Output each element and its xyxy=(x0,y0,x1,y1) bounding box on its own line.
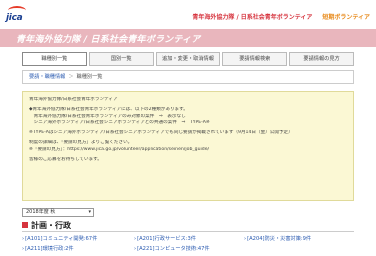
category-link[interactable]: ›[A101]コミュニティ開発:67件 xyxy=(22,235,97,244)
jocv-link[interactable]: 青年海外協力隊 / 日系社会青年ボランティア xyxy=(192,12,312,21)
logo-text: jica xyxy=(6,13,23,23)
category-label: [A211]環境行政:2件 xyxy=(25,246,74,252)
banner-title: 青年海外協力隊 / 日系社会青年ボランティア xyxy=(16,35,201,45)
chevron-right-icon: › xyxy=(244,236,247,242)
tab-by-job[interactable]: 職種別一覧 xyxy=(22,52,87,66)
fiscal-year-value: 2018年度 秋 xyxy=(26,209,56,215)
category-label: [A204]防災・災害対策:9件 xyxy=(247,236,312,242)
jica-logo[interactable]: jica xyxy=(6,6,30,24)
breadcrumb: 要請・職種情報＞職種別一覧 xyxy=(22,70,354,84)
tab-by-country[interactable]: 国別一覧 xyxy=(88,52,154,66)
section-heading: 計画・行政 xyxy=(22,219,71,231)
tab-changes[interactable]: 追加・変更・取消情報 xyxy=(155,52,221,66)
top-links: 青年海外協力隊 / 日系社会青年ボランティア 短期ボランティア xyxy=(192,12,370,21)
tab-guide[interactable]: 要請情報の見方 xyxy=(289,52,354,66)
fiscal-year-select[interactable]: 2018年度 秋 ▾ xyxy=(22,208,94,217)
chevron-right-icon: › xyxy=(22,236,25,242)
main-nav: 職種別一覧 国別一覧 追加・変更・取消情報 要請情報検索 要請情報の見方 xyxy=(22,52,354,66)
category-link[interactable]: ›[A211]環境行政:2件 xyxy=(22,245,74,254)
tab-search[interactable]: 要請情報検索 xyxy=(222,52,288,66)
page-banner: 青年海外協力隊 / 日系社会青年ボランティア xyxy=(0,29,376,47)
category-link[interactable]: ›[A201]行政サービス:3件 xyxy=(134,235,196,244)
chevron-right-icon: › xyxy=(134,246,137,252)
top-header: jica 青年海外協力隊 / 日系社会青年ボランティア 短期ボランティア xyxy=(0,0,376,28)
chevron-right-icon: › xyxy=(134,236,137,242)
chevron-right-icon: › xyxy=(22,246,25,252)
category-link[interactable]: ›[A204]防災・災害対策:9件 xyxy=(244,235,311,244)
breadcrumb-separator: ＞ xyxy=(68,74,74,80)
short-term-link[interactable]: 短期ボランティア xyxy=(322,12,370,21)
category-link[interactable]: ›[A221]コンピュータ技術:47件 xyxy=(134,245,210,254)
square-bullet-icon xyxy=(22,222,28,228)
notice-box: 青年海外協力隊/日系社会青年ボランティア ◆青年海外協力隊/日系社会青年ボランテ… xyxy=(22,91,354,201)
category-label: [A201]行政サービス:3件 xyxy=(137,236,196,242)
notice-line: 皆様のご応募をお待ちしています。 xyxy=(29,157,102,163)
chevron-down-icon: ▾ xyxy=(88,209,91,215)
section-divider xyxy=(22,231,354,232)
section-title: 計画・行政 xyxy=(31,220,71,230)
breadcrumb-home[interactable]: 要請・職種情報 xyxy=(29,74,65,80)
category-label: [A221]コンピュータ技術:47件 xyxy=(137,246,210,252)
breadcrumb-current: 職種別一覧 xyxy=(76,74,103,80)
category-label: [A101]コミュニティ開発:67件 xyxy=(25,236,98,242)
